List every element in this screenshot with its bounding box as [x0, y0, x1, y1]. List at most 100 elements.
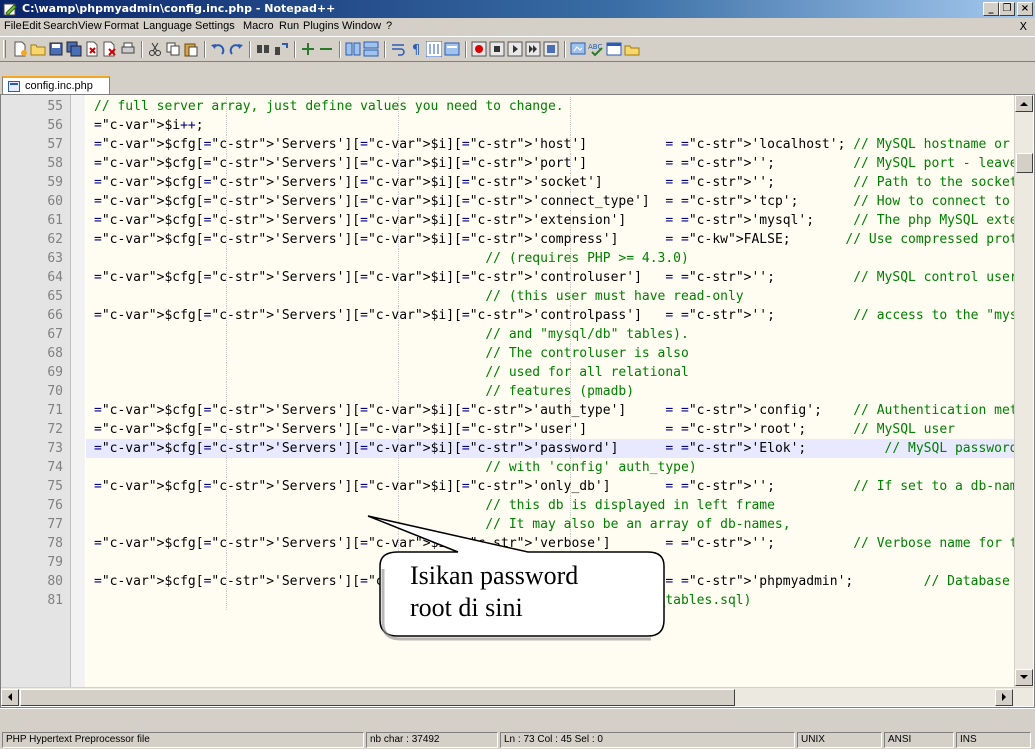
- code-line[interactable]: ="c-var">$cfg[="c-str">'Servers'][="c-va…: [86, 420, 1014, 439]
- title-bar[interactable]: C:\wamp\phpmyadmin\config.inc.php - Note…: [0, 0, 1035, 18]
- status-encoding[interactable]: ANSI: [884, 732, 954, 748]
- status-insert-mode[interactable]: INS: [956, 732, 1031, 748]
- code-line[interactable]: // The controluser is also: [86, 344, 1014, 363]
- menu-settings[interactable]: Settings: [195, 20, 235, 32]
- code-line[interactable]: // features (pmadb): [86, 382, 1014, 401]
- code-line[interactable]: // with 'config' auth_type): [86, 458, 1014, 477]
- code-line[interactable]: ="c-var">$cfg[="c-str">'Servers'][="c-va…: [86, 173, 1014, 192]
- user-defined-dialog-icon[interactable]: [444, 41, 460, 57]
- code-line[interactable]: // and "mysql/db" tables).: [86, 325, 1014, 344]
- indent-guide-icon[interactable]: [426, 41, 442, 57]
- word-wrap-icon[interactable]: [390, 41, 406, 57]
- menu-search[interactable]: Search: [43, 20, 78, 32]
- spell-check-icon[interactable]: ABC: [588, 41, 604, 57]
- launch-browser-icon[interactable]: [570, 41, 586, 57]
- line-number: 68: [47, 346, 63, 361]
- menu-view[interactable]: View: [78, 20, 102, 32]
- code-line[interactable]: ="c-var">$cfg[="c-str">'Servers'][="c-va…: [86, 401, 1014, 420]
- indent-guide: [226, 553, 227, 572]
- play-macro-icon[interactable]: [507, 41, 523, 57]
- document-map-icon[interactable]: [606, 41, 622, 57]
- code-line[interactable]: ="c-var">$cfg[="c-str">'Servers'][="c-va…: [86, 211, 1014, 230]
- menu-macro[interactable]: Macro: [243, 20, 274, 32]
- menu-run[interactable]: Run: [279, 20, 299, 32]
- run-macro-multiple-icon[interactable]: [525, 41, 541, 57]
- toolbar-separator: [384, 41, 386, 58]
- print-icon[interactable]: [120, 41, 136, 57]
- toolbar: ¶ ABC: [0, 36, 1035, 62]
- code-line[interactable]: ="c-var">$cfg[="c-str">'Servers'][="c-va…: [86, 477, 1014, 496]
- code-line[interactable]: // (requires PHP >= 4.3.0): [86, 249, 1014, 268]
- save-icon[interactable]: [48, 41, 64, 57]
- line-number: 71: [47, 403, 63, 418]
- minimize-button[interactable]: _: [983, 2, 999, 16]
- status-eol-format[interactable]: UNIX: [797, 732, 882, 748]
- menu-language[interactable]: Language: [143, 20, 192, 32]
- menu-help[interactable]: ?: [386, 20, 392, 32]
- menu-plugins[interactable]: Plugins: [303, 20, 339, 32]
- fold-margin[interactable]: [71, 95, 85, 687]
- close-document-button[interactable]: X: [1019, 20, 1027, 33]
- find-icon[interactable]: [255, 41, 271, 57]
- horizontal-scroll-thumb[interactable]: [20, 689, 735, 706]
- code-line[interactable]: ="c-var">$cfg[="c-str">'Servers'][="c-va…: [86, 154, 1014, 173]
- new-file-icon[interactable]: [12, 41, 28, 57]
- menu-window[interactable]: Window: [342, 20, 381, 32]
- show-all-characters-icon[interactable]: ¶: [408, 41, 424, 57]
- code-line[interactable]: ="c-var">$cfg[="c-str">'Servers'][="c-va…: [86, 192, 1014, 211]
- tab-config-inc-php[interactable]: config.inc.php: [2, 76, 110, 95]
- replace-icon[interactable]: [273, 41, 289, 57]
- code-line[interactable]: // It may also be an array of db-names,: [86, 515, 1014, 534]
- code-line[interactable]: ="c-var">$cfg[="c-str">'Servers'][="c-va…: [86, 230, 1014, 249]
- undo-icon[interactable]: [210, 41, 226, 57]
- arrow-left-icon: [8, 693, 12, 701]
- code-line[interactable]: // used for all relational: [86, 363, 1014, 382]
- cut-icon[interactable]: [147, 41, 163, 57]
- scroll-left-button[interactable]: [1, 689, 19, 706]
- vertical-scroll-thumb[interactable]: [1016, 153, 1033, 173]
- horizontal-scrollbar[interactable]: [1, 687, 1033, 706]
- save-all-icon[interactable]: [66, 41, 82, 57]
- notepadpp-app-icon[interactable]: [3, 2, 17, 16]
- code-line[interactable]: ="c-var">$cfg[="c-str">'Servers'][="c-va…: [86, 268, 1014, 287]
- sync-horizontal-icon[interactable]: [363, 41, 379, 57]
- zoom-out-icon[interactable]: [318, 41, 334, 57]
- line-number: 65: [47, 289, 63, 304]
- toolbar-grip[interactable]: [3, 40, 6, 58]
- record-macro-icon[interactable]: [471, 41, 487, 57]
- folder-workspace-icon[interactable]: [624, 41, 640, 57]
- code-line[interactable]: // full server array, just define values…: [86, 97, 1014, 116]
- code-line[interactable]: ="c-var">$i++;: [86, 116, 1014, 135]
- code-line[interactable]: ="c-var">$cfg[="c-str">'Servers'][="c-va…: [86, 306, 1014, 325]
- menu-format[interactable]: Format: [104, 20, 139, 32]
- code-line[interactable]: ="c-var">$cfg[="c-str">'Servers'][="c-va…: [86, 439, 1014, 458]
- close-button[interactable]: ×: [1017, 2, 1033, 16]
- code-line[interactable]: // this db is displayed in left frame: [86, 496, 1014, 515]
- close-file-icon[interactable]: [84, 41, 100, 57]
- save-macro-icon[interactable]: [543, 41, 559, 57]
- vertical-scrollbar[interactable]: [1014, 95, 1033, 687]
- status-filetype: PHP Hypertext Preprocessor file: [2, 732, 364, 748]
- close-all-icon[interactable]: [102, 41, 118, 57]
- code-line[interactable]: // (this user must have read-only: [86, 287, 1014, 306]
- scroll-right-button[interactable]: [995, 689, 1013, 706]
- copy-icon[interactable]: [165, 41, 181, 57]
- scroll-down-button[interactable]: [1015, 669, 1033, 686]
- code-line[interactable]: ="c-var">$cfg[="c-str">'Servers'][="c-va…: [86, 534, 1014, 553]
- line-number: 62: [47, 232, 63, 247]
- line-number: 75: [47, 479, 63, 494]
- menu-file[interactable]: File: [4, 20, 22, 32]
- scroll-up-button[interactable]: [1015, 95, 1033, 112]
- indent-guide: [398, 116, 399, 135]
- zoom-in-icon[interactable]: [300, 41, 316, 57]
- stop-macro-icon[interactable]: [489, 41, 505, 57]
- code-line[interactable]: ="c-var">$cfg[="c-str">'Servers'][="c-va…: [86, 135, 1014, 154]
- arrow-up-icon: [1020, 102, 1028, 106]
- redo-icon[interactable]: [228, 41, 244, 57]
- open-file-icon[interactable]: [30, 41, 46, 57]
- maximize-button[interactable]: ❐: [999, 2, 1015, 16]
- paste-icon[interactable]: [183, 41, 199, 57]
- code-text: ="c-var">$cfg[="c-str">'Servers'][="c-va…: [94, 270, 1014, 285]
- menu-edit[interactable]: Edit: [22, 20, 41, 32]
- sync-vertical-icon[interactable]: [345, 41, 361, 57]
